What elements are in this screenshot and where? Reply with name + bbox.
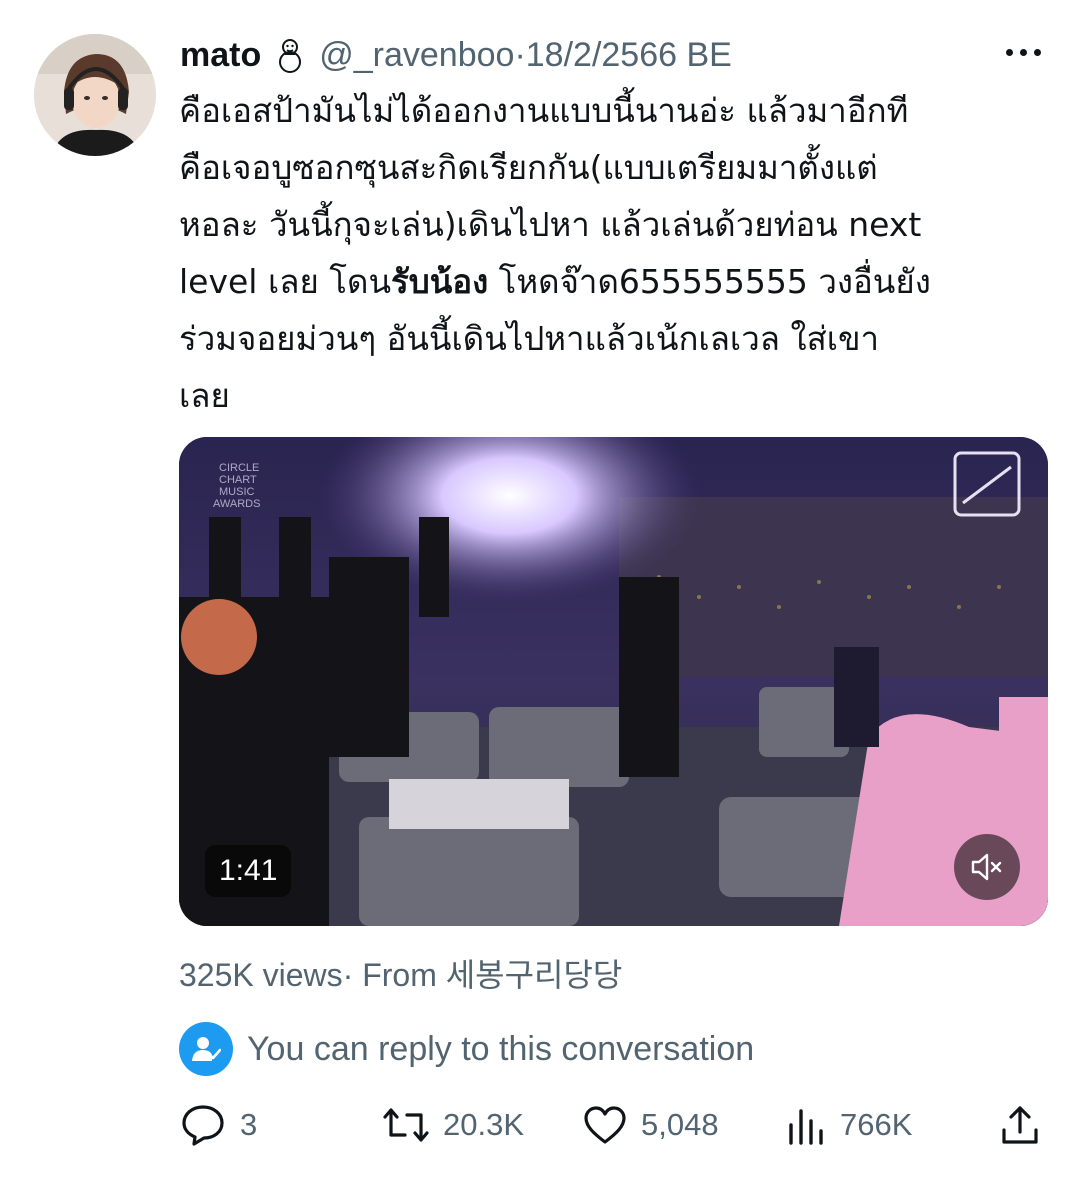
video-duration: 1:41: [205, 845, 292, 897]
avatar[interactable]: [34, 34, 156, 156]
display-name[interactable]: mato: [180, 36, 261, 75]
video-player[interactable]: CIRCLE CHART MUSIC AWARDS: [179, 437, 1048, 926]
reply-permission-notice: You can reply to this conversation: [179, 1022, 755, 1076]
view-count: 325K views: [179, 957, 343, 993]
watermark-line: MUSIC: [219, 486, 255, 498]
reply-icon: [182, 1105, 224, 1146]
tweet-header: mato @_ravenboo·18/2/2566 BE: [180, 30, 732, 80]
tweet-text-segment: หอละ วันนี้กุจะเล่น)เดินไปหา แล้วเล่นด้ว…: [179, 205, 922, 244]
snowman-icon: [273, 37, 307, 73]
reply-button[interactable]: 3: [180, 1095, 257, 1155]
reply-notice-text: You can reply to this conversation: [247, 1029, 755, 1068]
separator-dot: ·: [514, 35, 526, 74]
source-account[interactable]: 세봉구리당당: [446, 956, 623, 994]
views-count: 766K: [840, 1107, 913, 1142]
tweet-text-line: level เลย โดนรับน้อง โหดจ๊าด655555555 วง…: [179, 253, 1054, 310]
retweet-button[interactable]: 20.3K: [383, 1095, 524, 1155]
logo-watermark: CIRCLE CHART MUSIC AWARDS: [213, 462, 260, 510]
video-frame: CIRCLE CHART MUSIC AWARDS: [179, 437, 1048, 926]
tweet-text-line: หอละ วันนี้กุจะเล่น)เดินไปหา แล้วเล่นด้ว…: [179, 196, 1054, 253]
tweet-text-segment: โหดจ๊าด655555555 วงอื่นยัง: [488, 262, 931, 301]
watermark-line: AWARDS: [213, 498, 260, 510]
retweet-icon: [383, 1108, 429, 1142]
like-button[interactable]: 5,048: [583, 1095, 719, 1155]
tweet-text-line: เลย: [179, 367, 1054, 424]
speaker-muted-icon[interactable]: [954, 834, 1020, 900]
tweet-text-segment: เลย: [179, 376, 230, 415]
avatar-image: [34, 34, 156, 156]
more-options-icon[interactable]: [1006, 40, 1050, 64]
tweet-text-segment: คือเจอบูซอกซุนสะกิดเรียกกัน(แบบเตรียมมาต…: [179, 148, 878, 187]
tweet-text-bold: รับน้อง: [391, 262, 489, 301]
watermark-line: CHART: [219, 474, 257, 486]
retweet-count: 20.3K: [443, 1107, 525, 1142]
reply-count: 3: [240, 1107, 258, 1142]
from-prefix: · From: [342, 957, 446, 993]
tweet-action-bar: 3 20.3K 5,048 766K: [0, 1095, 1082, 1155]
tweet-text-segment: level เลย โดน: [179, 262, 392, 301]
handle-and-date[interactable]: @_ravenboo·18/2/2566 BE: [319, 36, 732, 75]
watermark-line: CIRCLE: [219, 462, 259, 474]
tweet-text-line: ร่วมจอยม่วนๆ อันนี้เดินไปหาแล้วเน้กเลเวล…: [179, 310, 1054, 367]
tweet-text-line: คือเอสป้ามันไม่ได้ออกงานแบบนี้นานอ่ะ แล้…: [179, 82, 1054, 139]
user-check-icon: [179, 1022, 233, 1076]
analytics-icon: [789, 1109, 823, 1145]
heart-icon: [584, 1106, 626, 1144]
tweet-text-segment: ร่วมจอยม่วนๆ อันนี้เดินไปหาแล้วเน้กเลเวล…: [179, 319, 880, 358]
tweet-text: คือเอสป้ามันไม่ได้ออกงานแบบนี้นานอ่ะ แล้…: [179, 82, 1054, 424]
views-button[interactable]: 766K: [786, 1095, 912, 1155]
share-icon: [1002, 1106, 1038, 1144]
handle[interactable]: @_ravenboo: [319, 36, 514, 74]
share-button[interactable]: [1000, 1095, 1040, 1155]
tweet-text-line: คือเจอบูซอกซุนสะกิดเรียกกัน(แบบเตรียมมาต…: [179, 139, 1054, 196]
tweet-date[interactable]: 18/2/2566 BE: [526, 36, 732, 74]
view-count-line: 325K views· From 세봉구리당당: [179, 950, 622, 996]
like-count: 5,048: [641, 1107, 719, 1142]
tweet-text-segment: คือเอสป้ามันไม่ได้ออกงานแบบนี้นานอ่ะ แล้…: [179, 91, 909, 130]
